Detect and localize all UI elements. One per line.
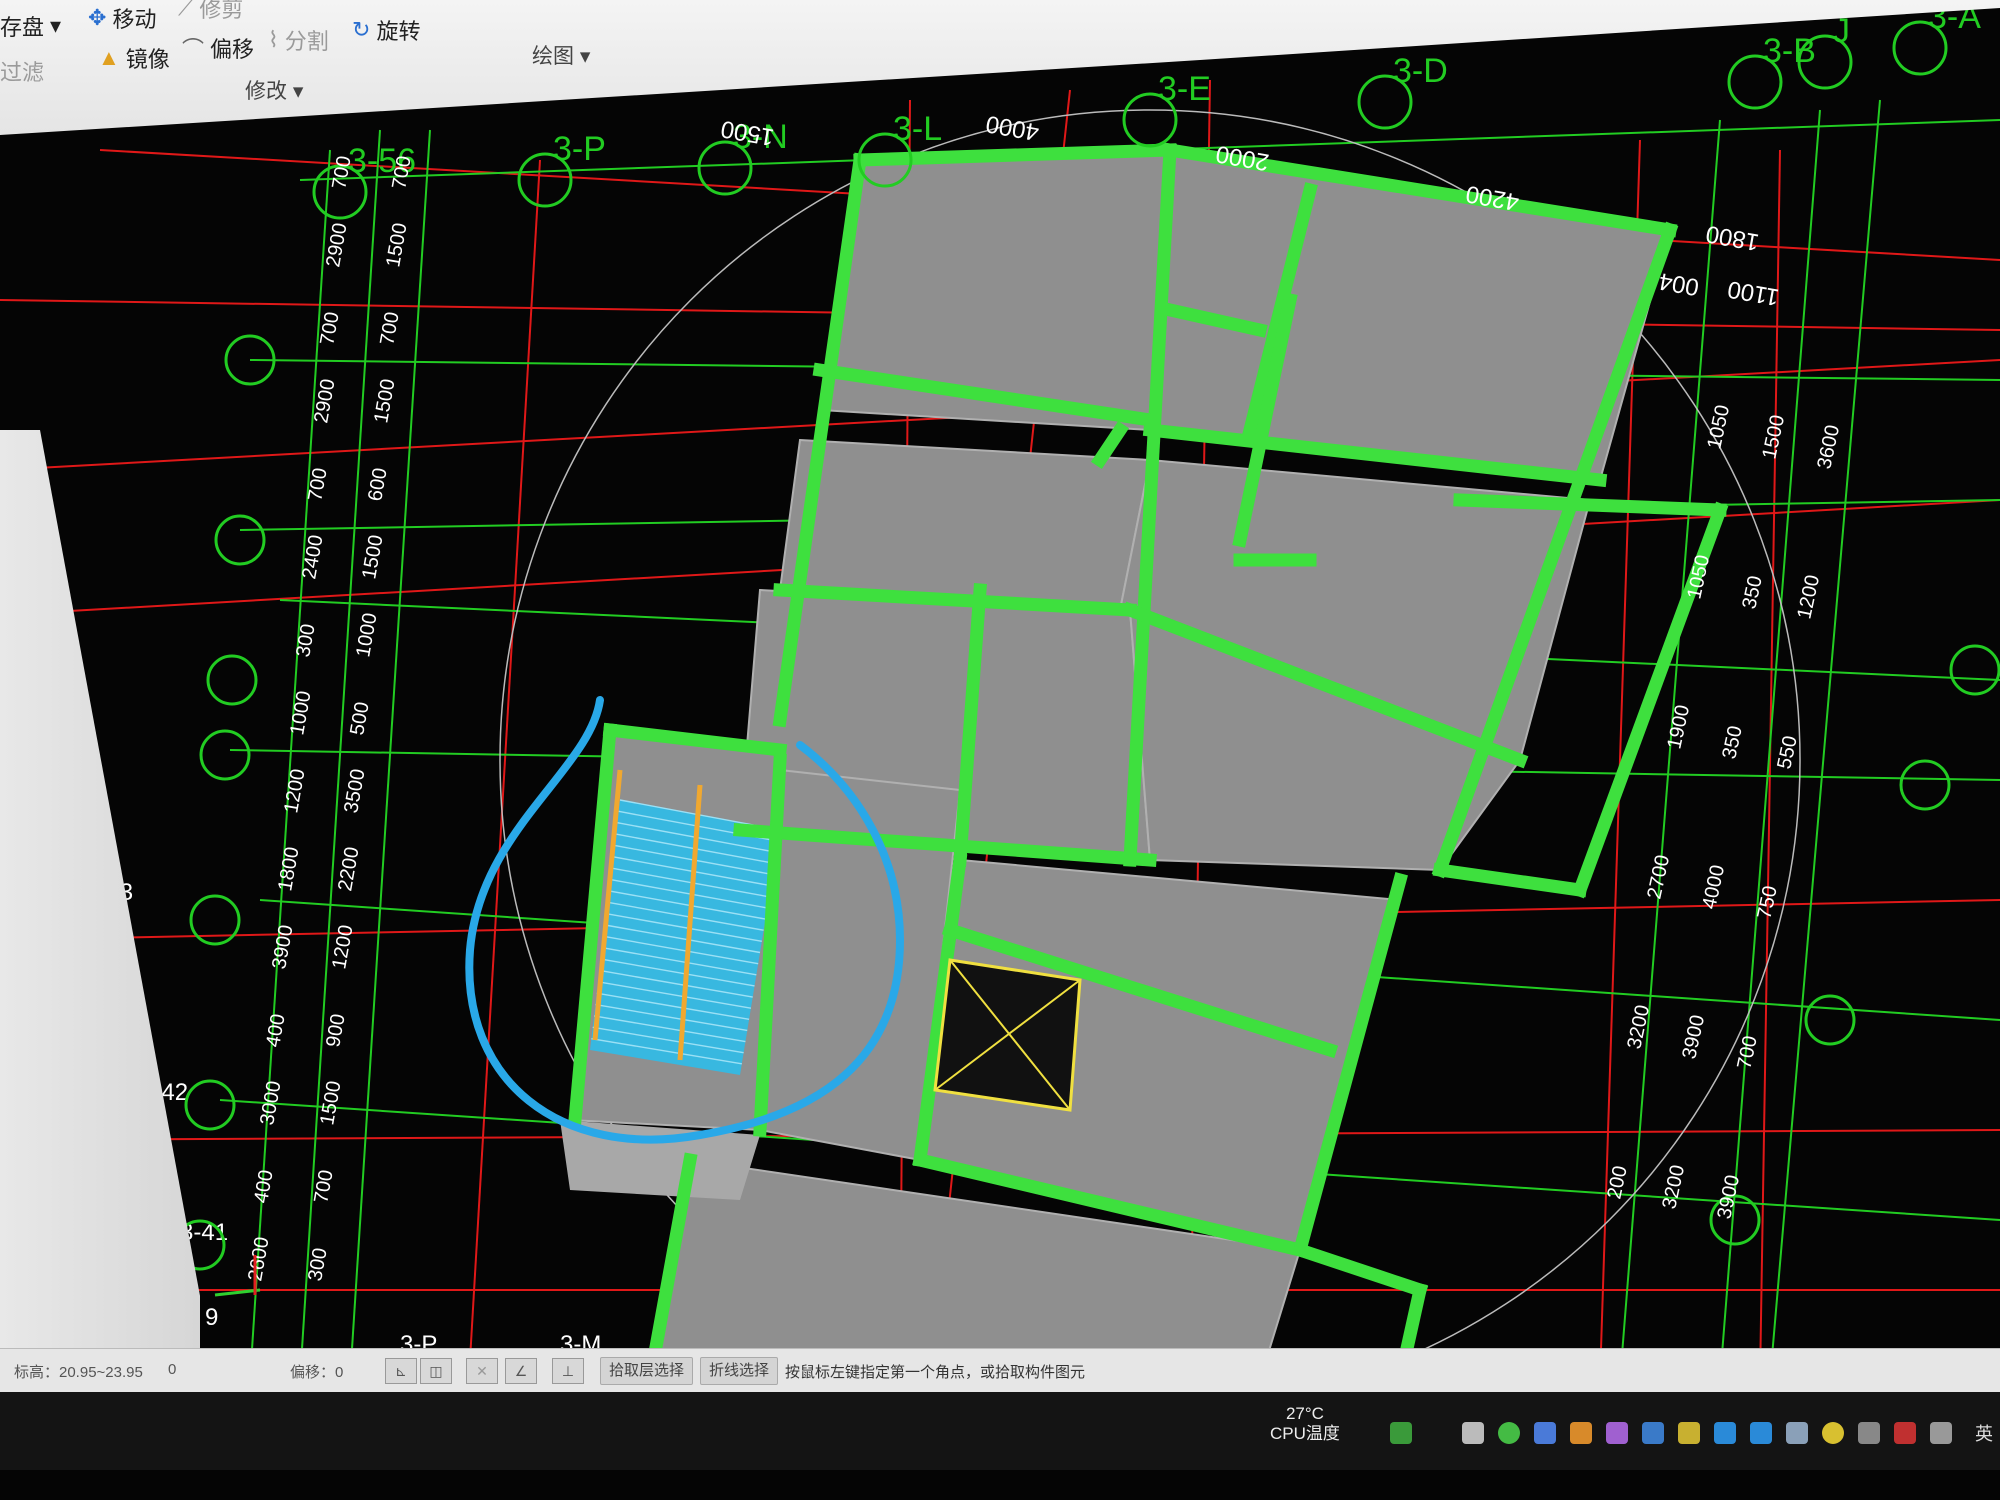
modify-group[interactable]: 修改 ▾ [245, 75, 303, 105]
floor-slab [818, 148, 1172, 432]
top-axis-label: 3-P [553, 130, 606, 168]
filter-button[interactable]: 过滤 [0, 55, 44, 87]
offset-label: 偏移 [210, 37, 255, 62]
user-icon[interactable] [1786, 1422, 1808, 1444]
filter-label: 过滤 [0, 60, 45, 85]
save-button[interactable]: 存盘 ▾ [0, 10, 61, 42]
trim-button[interactable]: ⟋ 修剪 [178, 0, 243, 24]
windows-update-icon[interactable] [1714, 1422, 1736, 1444]
move-button[interactable]: ✥ 移动 [88, 2, 156, 34]
left-axis-label: 9 [205, 1304, 218, 1331]
command-prompt: 按鼠标左键指定第一个角点，或拾取构件图元 [785, 1364, 1086, 1381]
browser-icon[interactable] [1498, 1422, 1520, 1444]
top-axis-label: 3-L [893, 110, 942, 148]
rotate-icon: ↻ [352, 17, 371, 42]
elevation-readout: 标高：20.95~23.95 [14, 1364, 143, 1381]
close-snap-icon[interactable]: ✕ [466, 1358, 498, 1384]
app-tray-icon[interactable] [1390, 1422, 1412, 1444]
save-label: 存盘 [0, 15, 45, 40]
move-icon: ✥ [88, 5, 107, 30]
offset-readout: 偏移：0 [290, 1364, 344, 1381]
cad-canvas[interactable]: 3-563-P3-N3-L3-E3-D3-BJ3-A473-463-443-43… [0, 0, 2000, 1380]
angle-toggle-icon[interactable]: ∠ [505, 1358, 537, 1384]
chevron-down-icon: ▾ [50, 13, 62, 38]
split-icon: ⌇ [268, 27, 279, 52]
taskbar: 27°C CPU温度 英 [0, 1392, 2000, 1470]
ortho-toggle-icon[interactable]: ⊾ [385, 1358, 417, 1384]
cloud-icon[interactable] [1642, 1422, 1664, 1444]
trim-label: 修剪 [199, 0, 244, 22]
draw-group-label: 绘图 [532, 45, 574, 68]
network-icon[interactable] [1858, 1422, 1880, 1444]
snap-toggle-icon[interactable]: ◫ [420, 1358, 452, 1384]
volume-icon[interactable] [1930, 1422, 1952, 1444]
layer-pick-button[interactable]: 拾取层选择 [600, 1357, 694, 1385]
folder-icon[interactable] [1570, 1422, 1592, 1444]
status-bar: 标高：20.95~23.95 0 偏移：0 ⊾ ◫ ✕ ∠ ⊥ 拾取层选择 折线… [0, 1348, 2000, 1393]
offset-icon: ⌒ [182, 37, 205, 62]
polyline-select-button[interactable]: 折线选择 [700, 1357, 779, 1385]
top-axis-label: 3-B [1763, 32, 1816, 70]
rotate-label: 旋转 [376, 19, 421, 44]
floor-slab [778, 438, 1152, 612]
notification-icon[interactable] [1894, 1422, 1916, 1444]
mirror-label: 镜像 [125, 47, 170, 72]
dynamic-input-icon[interactable]: ⊥ [552, 1358, 584, 1384]
zero-readout: 0 [168, 1361, 177, 1378]
display-icon[interactable] [1750, 1422, 1772, 1444]
media-icon[interactable] [1606, 1422, 1628, 1444]
top-axis-label: 3-D [1393, 52, 1448, 90]
cpu-temp-value: 27°C [1285, 1404, 1324, 1423]
rotate-button[interactable]: ↻ 旋转 [352, 14, 420, 46]
modify-group-label: 修改 [245, 80, 287, 103]
top-axis-label: 3-E [1158, 70, 1211, 108]
trim-icon: ⟋ [178, 0, 194, 20]
antivirus-icon[interactable] [1678, 1422, 1700, 1444]
security-icon[interactable] [1822, 1422, 1844, 1444]
ime-indicator[interactable]: 英 [1975, 1420, 1993, 1446]
cad-drawing[interactable]: 3-563-P3-N3-L3-E3-D3-BJ3-A473-463-443-43… [0, 0, 2000, 1380]
cpu-temp-widget[interactable]: 27°C CPU温度 [1270, 1404, 1340, 1444]
mirror-icon: ▲ [98, 45, 120, 70]
mirror-button[interactable]: ▲ 镜像 [98, 42, 170, 74]
keyboard-icon[interactable] [1534, 1422, 1556, 1444]
chevron-down-icon: ▾ [292, 80, 304, 103]
chevron-down-icon: ▾ [579, 45, 591, 68]
cpu-temp-label: CPU温度 [1270, 1424, 1340, 1443]
usb-icon[interactable] [1462, 1422, 1484, 1444]
move-label: 移动 [112, 7, 157, 32]
split-button[interactable]: ⌇ 分割 [268, 24, 329, 56]
offset-button[interactable]: ⌒ 偏移 [182, 32, 254, 64]
monitor-bezel [0, 1470, 2000, 1500]
split-label: 分割 [284, 29, 329, 54]
draw-group[interactable]: 绘图 ▾ [532, 40, 590, 70]
